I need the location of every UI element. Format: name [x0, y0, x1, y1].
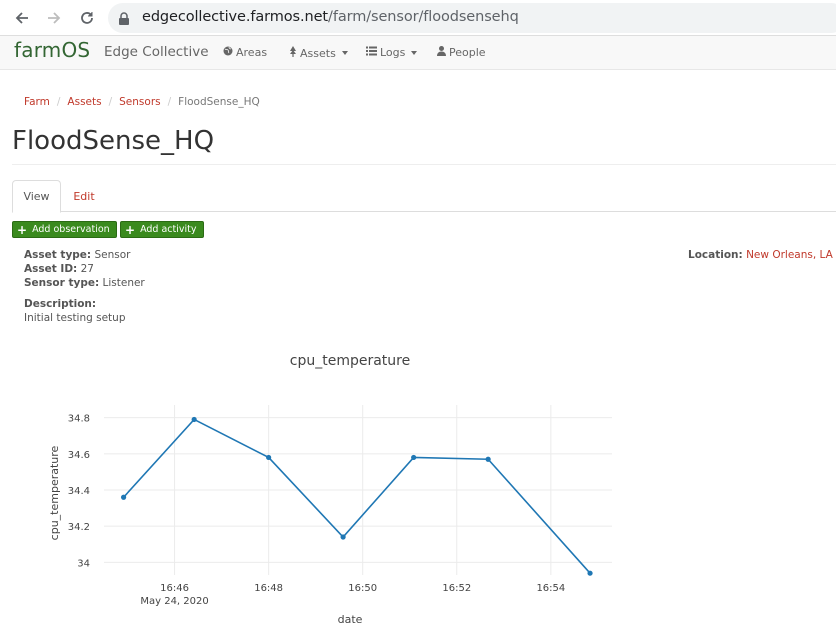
data-point[interactable]	[191, 416, 197, 423]
data-point[interactable]	[266, 454, 272, 461]
page-title: FloodSense_HQ	[12, 126, 215, 156]
nav-item-assets[interactable]: Assets	[289, 46, 348, 60]
sensor-type-field: Sensor type: Listener	[24, 277, 145, 289]
breadcrumb-current: FloodSense_HQ	[178, 96, 260, 108]
field-label: Sensor type:	[24, 277, 100, 289]
x-tick-label: 16:48	[254, 583, 283, 594]
tab-edit[interactable]: Edit	[61, 180, 107, 212]
x-tick-sublabel: May 24, 2020	[140, 596, 208, 607]
list-icon	[366, 46, 377, 59]
globe-icon	[223, 46, 233, 59]
main-navbar: farmOS Edge Collective Areas Assets Logs…	[0, 36, 836, 70]
reload-icon[interactable]	[76, 7, 98, 29]
plus-icon: +	[125, 222, 136, 237]
field-label: Description:	[24, 298, 97, 310]
y-tick-label: 34.6	[68, 450, 90, 461]
nav-item-logs[interactable]: Logs	[366, 46, 418, 59]
field-value: 27	[80, 263, 94, 275]
site-name[interactable]: Edge Collective	[104, 44, 209, 60]
x-tick-label: 16:54	[536, 583, 565, 594]
data-point[interactable]	[485, 456, 491, 462]
location-field: Location: New Orleans, LA	[688, 249, 833, 261]
field-value: Sensor	[94, 249, 131, 261]
farmos-logo[interactable]: farmOS	[14, 38, 90, 62]
description-value: Initial testing setup	[24, 312, 126, 324]
nav-label: Areas	[236, 46, 268, 59]
field-label: Location:	[688, 249, 743, 261]
add-observation-button[interactable]: + Add observation	[12, 221, 117, 238]
back-icon[interactable]	[11, 7, 33, 29]
field-value: Listener	[102, 277, 145, 289]
breadcrumb-separator: /	[56, 96, 61, 108]
series-line	[123, 418, 591, 574]
location-link[interactable]: New Orleans, LA	[746, 249, 833, 261]
nav-label: Logs	[380, 46, 406, 59]
nav-label: People	[449, 46, 486, 59]
breadcrumb: Farm / Assets / Sensors / FloodSense_HQ	[24, 96, 260, 108]
user-icon	[437, 46, 446, 59]
nav-item-areas[interactable]: Areas	[223, 46, 267, 59]
divider	[12, 164, 836, 165]
field-label: Asset ID:	[24, 263, 78, 275]
button-label: Add activity	[140, 224, 197, 235]
x-tick-label: 16:50	[348, 583, 377, 594]
data-point[interactable]	[340, 534, 346, 540]
y-tick-label: 34.2	[68, 522, 90, 533]
asset-type-field: Asset type: Sensor	[24, 249, 130, 261]
y-tick-label: 34.8	[68, 414, 90, 425]
address-bar[interactable]: edgecollective.farmos.net/farm/sensor/fl…	[108, 3, 836, 33]
data-point[interactable]	[120, 494, 127, 500]
y-tick-label: 34.4	[68, 486, 90, 497]
nav-item-people[interactable]: People	[437, 46, 486, 59]
add-activity-button[interactable]: + Add activity	[120, 221, 204, 238]
browser-toolbar: edgecollective.farmos.net/farm/sensor/fl…	[0, 0, 836, 36]
url-host: edgecollective.farmos.net	[142, 9, 329, 25]
chart-title: cpu_temperature	[290, 353, 410, 369]
url-path: /farm/sensor/floodsensehq	[328, 9, 519, 25]
plus-icon: +	[17, 222, 28, 237]
caret-down-icon	[341, 51, 348, 55]
url-text[interactable]: edgecollective.farmos.net/farm/sensor/fl…	[142, 9, 519, 25]
x-tick-label: 16:52	[442, 583, 471, 594]
breadcrumb-assets[interactable]: Assets	[67, 96, 101, 108]
lock-icon	[118, 11, 130, 30]
breadcrumb-sensors[interactable]: Sensors	[119, 96, 160, 108]
caret-down-icon	[411, 50, 418, 55]
button-label: Add observation	[32, 224, 110, 235]
y-axis-label: cpu_temperature	[48, 445, 61, 540]
description-label: Description:	[24, 298, 96, 310]
breadcrumb-farm[interactable]: Farm	[24, 96, 50, 108]
tab-view[interactable]: View	[12, 180, 61, 213]
leaf-icon	[289, 46, 297, 60]
data-point[interactable]	[587, 570, 593, 576]
asset-id-field: Asset ID: 27	[24, 263, 94, 275]
field-label: Asset type:	[24, 249, 92, 261]
nav-label: Assets	[300, 46, 336, 60]
tab-bar: View Edit	[12, 180, 836, 213]
forward-icon[interactable]	[43, 7, 65, 29]
breadcrumb-separator: /	[167, 96, 172, 108]
y-tick-label: 34	[77, 558, 90, 569]
chart-svg: cpu_temperature date cpu_temperature 34 3…	[48, 353, 612, 626]
breadcrumb-separator: /	[108, 96, 113, 108]
x-axis-label: date	[338, 613, 363, 626]
data-point[interactable]	[411, 454, 417, 461]
x-tick-label: 16:46	[160, 583, 189, 594]
cpu-temperature-chart: cpu_temperature date cpu_temperature 34 3…	[24, 325, 676, 639]
